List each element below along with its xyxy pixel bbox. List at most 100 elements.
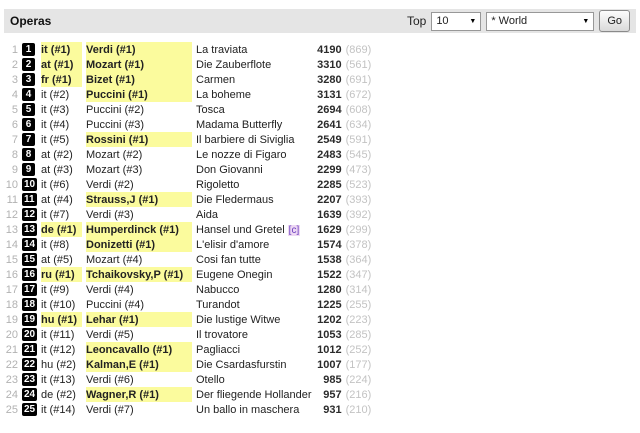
opera-title-cell: Turandot xyxy=(196,297,312,312)
secondary-count: (210) xyxy=(342,402,380,417)
rank-badge-cell: 1 xyxy=(22,42,41,57)
row-index: 11 xyxy=(4,192,22,207)
country-cell: it (#5) xyxy=(41,132,86,147)
table-row: 2 2 at (#1) Mozart (#1) Die Zauberflote … xyxy=(4,57,380,72)
top-label: Top xyxy=(407,14,426,28)
table-row: 8 8 at (#2) Mozart (#2) Le nozze di Figa… xyxy=(4,147,380,162)
secondary-count: (252) xyxy=(342,342,380,357)
performance-count: 2694 xyxy=(312,102,342,117)
country-cell: hu (#2) xyxy=(41,357,86,372)
rank-badge: 19 xyxy=(22,313,37,326)
top-count-value: 10 xyxy=(436,15,448,27)
chevron-down-icon: ▼ xyxy=(469,18,476,25)
table-row: 12 12 it (#7) Verdi (#3) Aida 1639 (392) xyxy=(4,207,380,222)
opera-title-cell: Die lustige Witwe xyxy=(196,312,312,327)
country-cell: it (#9) xyxy=(41,282,86,297)
opera-title-cell: Hansel und Gretel[c] xyxy=(196,222,312,237)
row-index: 16 xyxy=(4,267,22,282)
performance-count: 2285 xyxy=(312,177,342,192)
table-row: 14 14 it (#8) Donizetti (#1) L'elisir d'… xyxy=(4,237,380,252)
country-cell: it (#13) xyxy=(41,372,86,387)
go-button[interactable]: Go xyxy=(599,10,630,32)
rank-badge: 11 xyxy=(22,193,37,206)
row-index: 1 xyxy=(4,42,22,57)
performance-count: 1053 xyxy=(312,327,342,342)
rank-badge-cell: 24 xyxy=(22,387,41,402)
opera-title-cell: Un ballo in maschera xyxy=(196,402,312,417)
row-index: 3 xyxy=(4,72,22,87)
secondary-count: (869) xyxy=(342,42,380,57)
rank-badge: 10 xyxy=(22,178,37,191)
composer-cell: Rossini (#1) xyxy=(86,132,196,147)
rank-badge-cell: 20 xyxy=(22,327,41,342)
row-index: 8 xyxy=(4,147,22,162)
composer-cell: Puccini (#2) xyxy=(86,102,196,117)
rank-badge-cell: 12 xyxy=(22,207,41,222)
rank-badge-cell: 2 xyxy=(22,57,41,72)
operas-ranking-table: 1 1 it (#1) Verdi (#1) La traviata 4190 … xyxy=(4,42,380,417)
rank-badge: 3 xyxy=(22,73,35,86)
region-select[interactable]: * World ▼ xyxy=(486,12,594,31)
performance-count: 4190 xyxy=(312,42,342,57)
opera-title-cell: Il barbiere di Siviglia xyxy=(196,132,312,147)
table-row: 23 23 it (#13) Verdi (#6) Otello 985 (22… xyxy=(4,372,380,387)
rank-badge-cell: 3 xyxy=(22,72,41,87)
row-index: 7 xyxy=(4,132,22,147)
performance-count: 1012 xyxy=(312,342,342,357)
composer-cell: Humperdinck (#1) xyxy=(86,222,196,237)
country-cell: it (#6) xyxy=(41,177,86,192)
composer-cell: Wagner,R (#1) xyxy=(86,387,196,402)
performance-count: 931 xyxy=(312,402,342,417)
rank-badge: 14 xyxy=(22,238,37,251)
rank-badge: 17 xyxy=(22,283,37,296)
table-row: 3 3 fr (#1) Bizet (#1) Carmen 3280 (691) xyxy=(4,72,380,87)
rank-badge: 16 xyxy=(22,268,37,281)
children-version-badge[interactable]: [c] xyxy=(288,225,301,236)
rank-badge-cell: 8 xyxy=(22,147,41,162)
performance-count: 1538 xyxy=(312,252,342,267)
composer-cell: Puccini (#3) xyxy=(86,117,196,132)
table-row: 25 25 it (#14) Verdi (#7) Un ballo in ma… xyxy=(4,402,380,417)
secondary-count: (691) xyxy=(342,72,380,87)
opera-title-cell: L'elisir d'amore xyxy=(196,237,312,252)
country-cell: ru (#1) xyxy=(41,267,86,282)
rank-badge: 21 xyxy=(22,343,37,356)
composer-cell: Lehar (#1) xyxy=(86,312,196,327)
country-cell: at (#5) xyxy=(41,252,86,267)
composer-cell: Mozart (#1) xyxy=(86,57,196,72)
secondary-count: (591) xyxy=(342,132,380,147)
secondary-count: (299) xyxy=(342,222,380,237)
secondary-count: (314) xyxy=(342,282,380,297)
performance-count: 2207 xyxy=(312,192,342,207)
country-cell: at (#4) xyxy=(41,192,86,207)
table-row: 21 21 it (#12) Leoncavallo (#1) Pagliacc… xyxy=(4,342,380,357)
rank-badge-cell: 4 xyxy=(22,87,41,102)
rank-badge-cell: 5 xyxy=(22,102,41,117)
table-row: 24 24 de (#2) Wagner,R (#1) Der fliegend… xyxy=(4,387,380,402)
composer-cell: Leoncavallo (#1) xyxy=(86,342,196,357)
secondary-count: (561) xyxy=(342,57,380,72)
opera-title-cell: La boheme xyxy=(196,87,312,102)
rank-badge-cell: 25 xyxy=(22,402,41,417)
rank-badge: 8 xyxy=(22,148,35,161)
rank-badge-cell: 15 xyxy=(22,252,41,267)
opera-title-cell: Cosi fan tutte xyxy=(196,252,312,267)
row-index: 14 xyxy=(4,237,22,252)
table-row: 9 9 at (#3) Mozart (#3) Don Giovanni 229… xyxy=(4,162,380,177)
country-cell: it (#10) xyxy=(41,297,86,312)
opera-title-cell: Carmen xyxy=(196,72,312,87)
row-index: 6 xyxy=(4,117,22,132)
performance-count: 2299 xyxy=(312,162,342,177)
chevron-down-icon: ▼ xyxy=(582,18,589,25)
opera-title-cell: Tosca xyxy=(196,102,312,117)
rank-badge: 25 xyxy=(22,403,37,416)
table-row: 6 6 it (#4) Puccini (#3) Madama Butterfl… xyxy=(4,117,380,132)
table-row: 10 10 it (#6) Verdi (#2) Rigoletto 2285 … xyxy=(4,177,380,192)
performance-count: 1574 xyxy=(312,237,342,252)
secondary-count: (393) xyxy=(342,192,380,207)
top-count-select[interactable]: 10 ▼ xyxy=(431,12,481,31)
rank-badge-cell: 7 xyxy=(22,132,41,147)
secondary-count: (223) xyxy=(342,312,380,327)
opera-title-cell: Nabucco xyxy=(196,282,312,297)
table-row: 11 11 at (#4) Strauss,J (#1) Die Flederm… xyxy=(4,192,380,207)
